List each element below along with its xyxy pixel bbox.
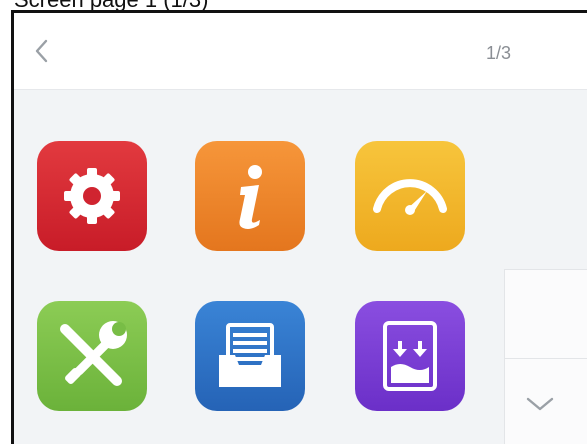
speedometer-icon bbox=[373, 179, 447, 215]
tools-icon bbox=[60, 321, 127, 386]
storage-app-button[interactable] bbox=[355, 301, 465, 411]
scroll-down-button[interactable] bbox=[523, 392, 557, 416]
panel-divider bbox=[505, 358, 587, 359]
settings-app-button[interactable] bbox=[37, 141, 147, 251]
dashboard-app-button[interactable] bbox=[355, 141, 465, 251]
side-panel bbox=[504, 269, 587, 444]
top-bar: 1/3 bbox=[14, 13, 587, 90]
back-button[interactable] bbox=[28, 35, 56, 67]
settings-gear-icon bbox=[64, 168, 120, 224]
info-app-button[interactable] bbox=[195, 141, 305, 251]
chevron-left-icon bbox=[35, 39, 48, 63]
inbox-tray-icon bbox=[219, 323, 281, 387]
archive-app-button[interactable] bbox=[195, 301, 305, 411]
chevron-down-icon bbox=[526, 397, 554, 411]
page-indicator: 1/3 bbox=[486, 43, 512, 63]
app-screen: 1/3 bbox=[11, 10, 587, 444]
info-icon bbox=[239, 165, 262, 229]
tools-app-button[interactable] bbox=[37, 301, 147, 411]
storage-download-icon bbox=[383, 321, 437, 391]
